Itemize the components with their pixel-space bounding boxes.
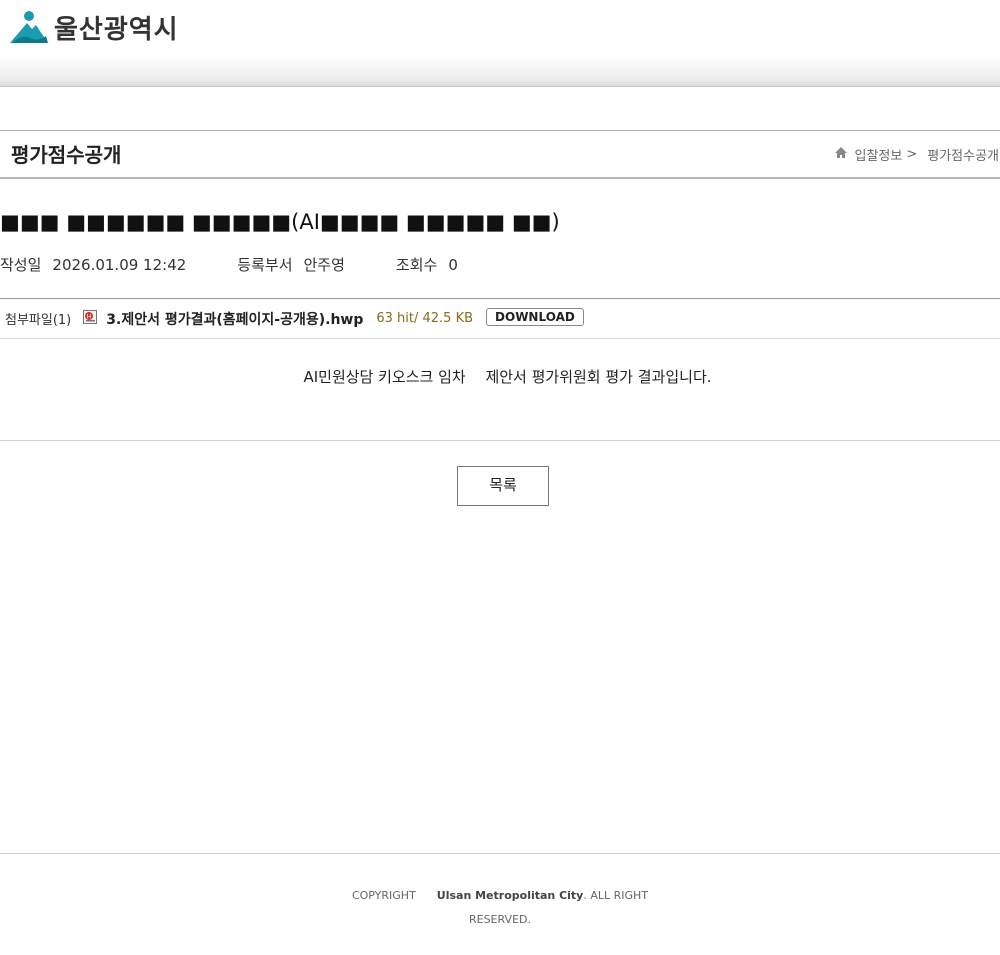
date-label: 작성일 xyxy=(0,256,42,274)
site-logo[interactable]: 울산광역시 xyxy=(10,9,179,45)
attachment-file-link[interactable]: 3.제안서 평가결과(홈페이지-공개용).hwp xyxy=(106,309,363,329)
dept-value: 안주영 xyxy=(303,256,345,274)
views-value: 0 xyxy=(448,256,458,274)
page-title: 평가점수공개 xyxy=(11,143,122,167)
breadcrumb-item-current[interactable]: 평가점수공개 xyxy=(927,145,999,164)
rights-text: . ALL RIGHT xyxy=(583,889,649,902)
home-icon[interactable] xyxy=(834,146,848,163)
attachment-row: 첨부파일(1) H 3.제안서 평가결과(홈페이지-공개용).hwp 63 hi… xyxy=(0,298,1000,339)
svg-text:H: H xyxy=(87,313,92,320)
title-bar: 평가점수공개 입찰정보 > 평가점수공개 xyxy=(0,130,1000,179)
list-button[interactable]: 목록 xyxy=(457,466,549,506)
dept-label: 등록부서 xyxy=(237,256,293,274)
ulsan-logo-icon xyxy=(10,10,48,44)
copyright-label: COPYRIGHT xyxy=(351,889,416,902)
breadcrumb-separator: > xyxy=(906,147,918,162)
post-meta: 작성일 2026.01.09 12:42 등록부서 안주영 조회수 0 xyxy=(0,254,458,275)
post-title-suffix: ■■■■ ■■■■■ ■■) xyxy=(319,210,560,234)
rights-text-2: RESERVED. xyxy=(468,913,531,926)
copyright: COPYRIGHT Ulsan Metropolitan City. ALL R… xyxy=(0,884,1000,932)
hwp-file-icon: H xyxy=(82,309,98,329)
logo-text: 울산광역시 xyxy=(54,14,179,45)
org-name: Ulsan Metropolitan City xyxy=(436,889,584,902)
site-header: 울산광역시 xyxy=(0,0,1000,87)
post-title-prefix: ■■■ ■■■■■■ ■■■■■(AI xyxy=(0,210,320,234)
content-divider xyxy=(0,440,1000,441)
post-body: AI민원상담 키오스크 임차 제안서 평가위원회 평가 결과입니다. xyxy=(303,368,712,386)
breadcrumb: 입찰정보 > 평가점수공개 xyxy=(834,145,999,164)
site-footer: COPYRIGHT Ulsan Metropolitan City. ALL R… xyxy=(0,853,1000,955)
attachment-label: 첨부파일(1) xyxy=(5,313,72,328)
breadcrumb-item-bid-info[interactable]: 입찰정보 xyxy=(854,145,902,164)
post-title: ■■■ ■■■■■■ ■■■■■(AI■■■■ ■■■■■ ■■) xyxy=(0,210,560,234)
attachment-file-meta: 63 hit/ 42.5 KB xyxy=(376,311,474,326)
views-label: 조회수 xyxy=(395,256,438,274)
date-value: 2026.01.09 12:42 xyxy=(52,256,187,274)
download-button[interactable]: DOWNLOAD xyxy=(486,307,584,326)
